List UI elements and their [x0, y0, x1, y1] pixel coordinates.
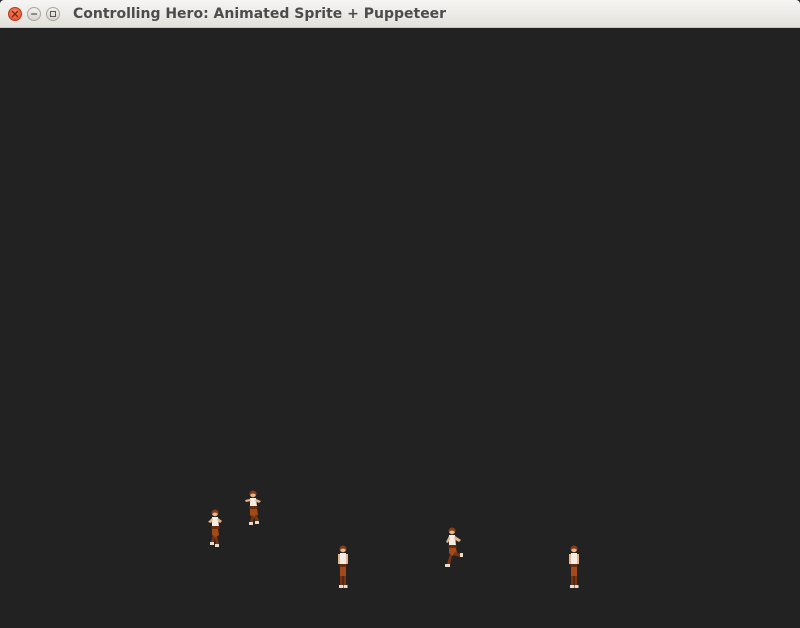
hero-sprite-stand-right: [569, 545, 579, 588]
title-bar[interactable]: Controlling Hero: Animated Sprite + Pupp…: [0, 0, 800, 28]
maximize-button[interactable]: [46, 7, 60, 21]
hero-sprite-run: [445, 527, 463, 567]
close-button[interactable]: [8, 7, 22, 21]
hero-sprite-stand-center: [338, 545, 348, 588]
window-title: Controlling Hero: Animated Sprite + Pupp…: [73, 6, 447, 22]
close-icon: [11, 10, 19, 18]
hero-sprite-jump-right: [245, 490, 261, 525]
app-window: Controlling Hero: Animated Sprite + Pupp…: [0, 0, 800, 628]
game-canvas[interactable]: [0, 28, 800, 628]
minimize-icon: [30, 13, 38, 15]
maximize-icon: [50, 11, 56, 17]
minimize-button[interactable]: [27, 7, 41, 21]
hero-sprite-jump-left: [208, 509, 222, 547]
